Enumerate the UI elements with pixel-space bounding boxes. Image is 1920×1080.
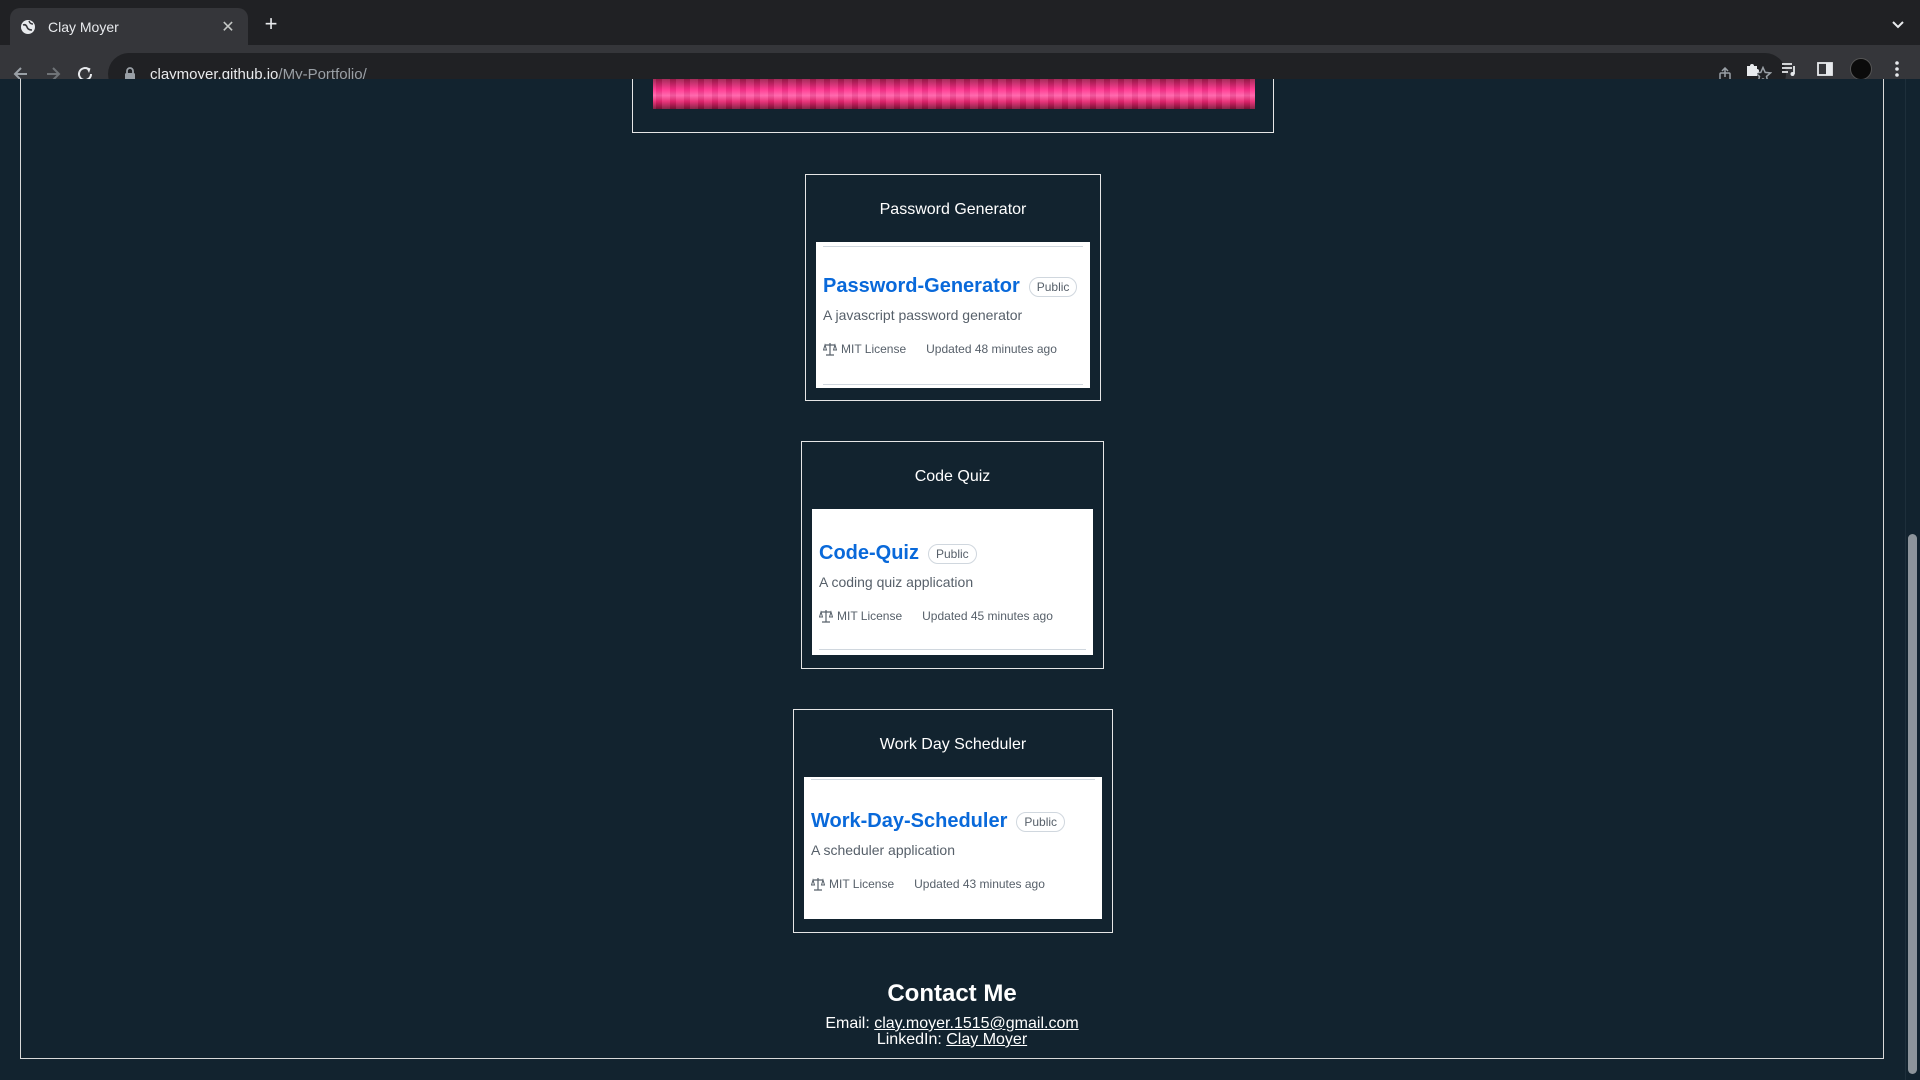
visibility-badge: Public xyxy=(1028,276,1078,297)
repo-name-link[interactable]: Code-Quiz xyxy=(819,542,919,565)
contact-section: Contact Me Email: clay.moyer.1515@gmail.… xyxy=(0,980,1904,1048)
avatar-icon xyxy=(1850,58,1872,80)
project-screenshot-image[interactable] xyxy=(653,79,1255,109)
repo-header: Code-Quiz Public xyxy=(819,542,977,565)
project-card-work-day-scheduler: Work Day Scheduler Work-Day-Scheduler Pu… xyxy=(793,709,1113,933)
repo-name-link[interactable]: Password-Generator xyxy=(823,275,1020,298)
project-card-code-quiz: Code Quiz Code-Quiz Public A coding quiz… xyxy=(801,441,1104,669)
visibility-badge: Public xyxy=(1016,811,1066,832)
repo-header: Work-Day-Scheduler Public xyxy=(811,810,1066,833)
linkedin-link[interactable]: Clay Moyer xyxy=(946,1031,1027,1048)
law-scale-icon xyxy=(811,877,825,891)
email-label: Email: xyxy=(825,1015,875,1032)
law-scale-icon xyxy=(819,609,833,623)
repo-name-link[interactable]: Work-Day-Scheduler xyxy=(811,810,1007,833)
license-text: MIT License xyxy=(837,609,903,623)
linkedin-line: LinkedIn: Clay Moyer xyxy=(0,1032,1904,1048)
email-link[interactable]: clay.moyer.1515@gmail.com xyxy=(874,1015,1078,1032)
divider xyxy=(811,779,1095,780)
tab-strip: Clay Moyer ✕ + xyxy=(0,0,1920,45)
license-text: MIT License xyxy=(841,342,907,356)
close-tab-icon[interactable]: ✕ xyxy=(218,17,238,37)
new-tab-button[interactable]: + xyxy=(258,12,284,38)
updated-text: Updated 45 minutes ago xyxy=(922,609,1053,623)
repo-card[interactable]: Code-Quiz Public A coding quiz applicati… xyxy=(812,509,1093,655)
project-title: Work Day Scheduler xyxy=(879,736,1027,753)
repo-header: Password-Generator Public xyxy=(823,275,1078,298)
repo-card[interactable]: Password-Generator Public A javascript p… xyxy=(816,242,1090,388)
globe-icon xyxy=(20,19,36,35)
law-scale-icon xyxy=(823,342,837,356)
repo-meta: MIT License Updated 45 minutes ago xyxy=(819,609,1053,623)
linkedin-label: LinkedIn: xyxy=(876,1031,947,1048)
divider xyxy=(823,384,1083,385)
license-text: MIT License xyxy=(829,877,895,891)
page-viewport: Password Generator Password-Generator Pu… xyxy=(0,79,1920,1080)
updated-text: Updated 43 minutes ago xyxy=(914,877,1045,891)
visibility-badge: Public xyxy=(928,543,977,564)
divider xyxy=(819,649,1086,650)
scrollbar[interactable] xyxy=(1905,79,1920,1080)
repo-card[interactable]: Work-Day-Scheduler Public A scheduler ap… xyxy=(804,777,1102,919)
project-card-hero xyxy=(632,79,1274,133)
project-title: Password Generator xyxy=(879,201,1027,218)
project-card-password-generator: Password Generator Password-Generator Pu… xyxy=(805,174,1101,401)
browser-tab[interactable]: Clay Moyer ✕ xyxy=(10,8,248,45)
contact-heading: Contact Me xyxy=(887,980,1017,1007)
updated-text: Updated 48 minutes ago xyxy=(926,342,1057,356)
divider xyxy=(823,246,1083,247)
project-title: Code Quiz xyxy=(914,468,991,485)
repo-description: A coding quiz application xyxy=(819,574,974,590)
email-line: Email: clay.moyer.1515@gmail.com xyxy=(0,1016,1904,1032)
scrollbar-thumb[interactable] xyxy=(1908,534,1917,1074)
repo-description: A scheduler application xyxy=(811,842,955,858)
repo-description: A javascript password generator xyxy=(823,307,1023,323)
repo-meta: MIT License Updated 43 minutes ago xyxy=(811,877,1045,891)
tab-title: Clay Moyer xyxy=(48,18,119,35)
repo-meta: MIT License Updated 48 minutes ago xyxy=(823,342,1057,356)
chevron-down-icon[interactable] xyxy=(1886,12,1910,36)
